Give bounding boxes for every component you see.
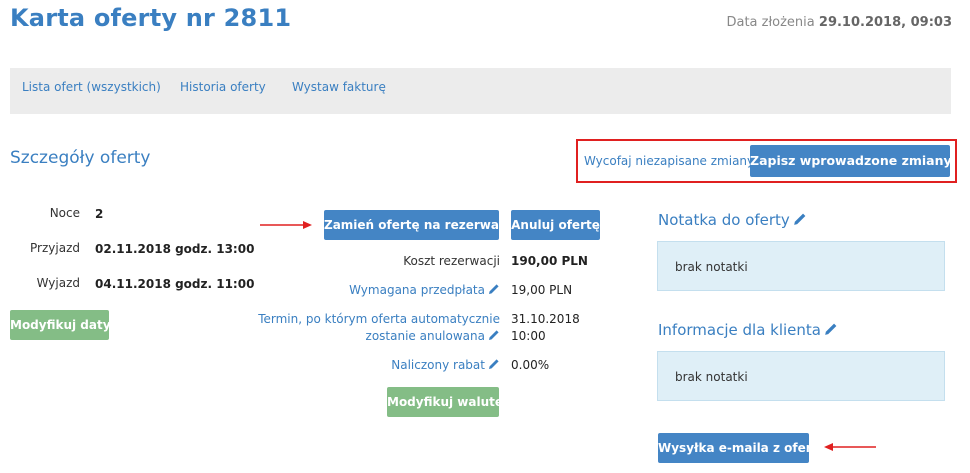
modify-dates-button[interactable]: Modyfikuj daty [10,310,111,340]
save-changes-button[interactable]: Zapisz wprowadzone zmiany [750,145,952,177]
auto-cancel-deadline-label-line2: zostanie anulowana [365,329,485,343]
auto-cancel-deadline-time: 10:00 [511,329,546,343]
pencil-icon [489,359,499,369]
applied-discount-link[interactable]: Naliczony rabat [300,358,500,372]
page-title: Karta oferty nr 2811 [10,4,292,32]
offer-note-box: brak notatki [657,241,945,291]
pencil-icon [489,284,499,294]
arrival-value: 02.11.2018 godz. 13:00 [95,242,255,256]
client-info-title: Informacje dla klienta [658,321,821,339]
modify-currency-button[interactable]: Modyfikuj walutę [387,387,503,417]
departure-label: Wyjazd [36,276,80,290]
reservation-cost-value: 190,00 PLN [511,254,588,268]
required-prepayment-link[interactable]: Wymagana przedpłata [300,283,500,297]
client-info-title-link[interactable]: Informacje dla klienta [658,321,838,339]
required-prepayment-value: 19,00 PLN [511,283,573,297]
nav-link-offer-list[interactable]: Lista ofert (wszystkich) [22,80,161,94]
applied-discount-label: Naliczony rabat [391,358,485,372]
auto-cancel-deadline-link[interactable]: zostanie anulowana [250,329,500,343]
submission-date-label: Data złożenia [726,15,815,30]
submission-date-value: 29.10.2018, 09:03 [818,15,952,30]
required-prepayment-label: Wymagana przedpłata [349,283,485,297]
discard-changes-link[interactable]: Wycofaj niezapisane zmiany [584,154,754,168]
offer-details-title: Szczegóły oferty [10,148,151,168]
cancel-offer-button[interactable]: Anuluj ofertę [511,210,600,240]
offer-note-title: Notatka do oferty [658,211,790,229]
arrow-right-icon [260,221,312,229]
send-offer-email-button[interactable]: Wysyłka e-maila z ofertą [658,433,825,463]
arrival-label: Przyjazd [30,241,80,255]
auto-cancel-deadline-date: 31.10.2018 [511,312,580,326]
pencil-icon [825,323,837,335]
submission-date: Data złożenia 29.10.2018, 09:03 [726,15,952,30]
departure-value: 04.11.2018 godz. 11:00 [95,277,255,291]
client-info-box: brak notatki [657,351,945,401]
pencil-icon [489,330,499,340]
offer-nav-bar: Lista ofert (wszystkich) Historia oferty… [10,68,951,114]
arrow-left-icon [824,443,876,451]
nav-link-offer-history[interactable]: Historia oferty [180,80,266,94]
nav-link-issue-invoice[interactable]: Wystaw fakturę [292,80,386,94]
reservation-cost-label: Koszt rezerwacji [403,254,500,268]
pencil-icon [793,213,806,225]
nights-label: Noce [49,206,80,220]
offer-note-title-link[interactable]: Notatka do oferty [658,211,807,229]
convert-to-reservation-button[interactable]: Zamień ofertę na rezerwację [324,210,518,240]
nights-value: 2 [95,207,104,221]
auto-cancel-deadline-label-line1[interactable]: Termin, po którym oferta automatycznie [250,312,500,326]
applied-discount-value: 0.00% [511,358,550,372]
